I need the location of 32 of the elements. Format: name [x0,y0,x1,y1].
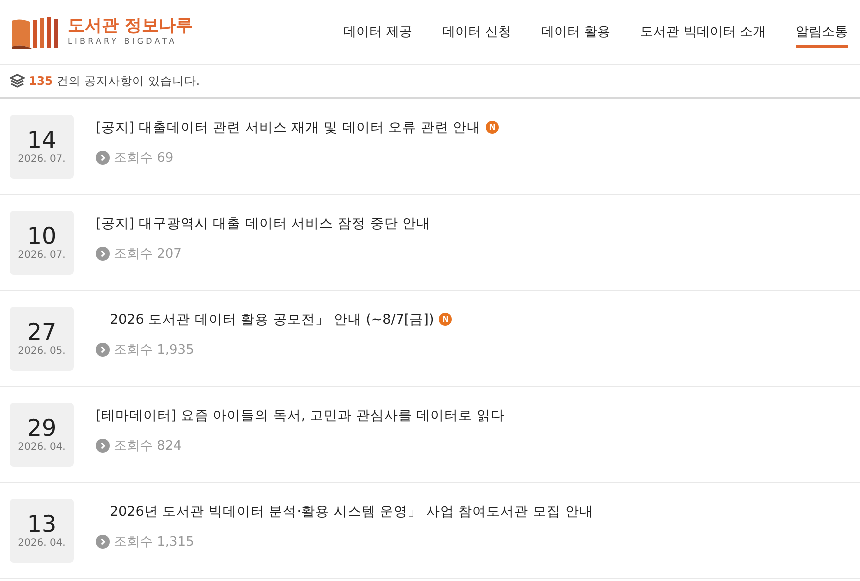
chevron-circle-icon [96,150,110,164]
notice-title[interactable]: 「2026년 도서관 빅데이터 분석·활용 시스템 운영」 사업 참여도서관 모집 안내 [96,502,594,520]
notice-title[interactable]: [공지] 대출데이터 관련 서비스 재개 및 데이터 오류 관련 안내 [96,118,482,136]
nav-link[interactable]: 데이터 제공 [343,16,412,48]
notice-title[interactable]: [공지] 대구광역시 대출 데이터 서비스 잠정 중단 안내 [96,214,431,232]
nav-link[interactable]: 데이터 신청 [442,16,512,48]
view-count: 조회수 69 [114,150,174,166]
view-count: 조회수 1,935 [114,342,194,358]
chevron-circle-icon [96,438,110,452]
chevron-circle-icon [96,534,110,548]
date-box: 10 2026. 07. [10,210,74,274]
chevron-circle-icon [96,342,110,356]
date-box: 13 2026. 04. [10,498,74,562]
view-count: 조회수 1,315 [114,534,194,550]
nav-link[interactable]: 알림소통 [796,16,848,48]
chevron-circle-icon [96,246,110,260]
notice-count-label: 건의 공지사항이 있습니다. [57,74,200,88]
view-count: 조회수 824 [114,438,182,454]
layers-icon [10,74,25,88]
view-count: 조회수 207 [114,246,182,262]
new-badge: N [486,121,500,134]
nav-link[interactable]: 데이터 활용 [542,16,611,48]
notice-count: 135 [29,74,54,88]
notice-title[interactable]: 「2026 도서관 데이터 활용 공모전」 안내 (~8/7[금]) [96,310,434,328]
notice-title[interactable]: [테마데이터] 요즘 아이들의 독서, 고민과 관심사를 데이터로 읽다 [96,406,505,424]
date-box: 14 2026. 07. [10,114,74,178]
new-badge: N [439,313,452,326]
date-box: 27 2026. 05. [10,306,74,370]
logo-subtitle: LIBRARY BIGDATA [68,36,178,48]
date-box: 29 2026. 04. [10,402,74,466]
logo-title: 도서관 정보나루 [68,16,193,36]
nav-link[interactable]: 도서관 빅데이터 소개 [640,16,766,48]
